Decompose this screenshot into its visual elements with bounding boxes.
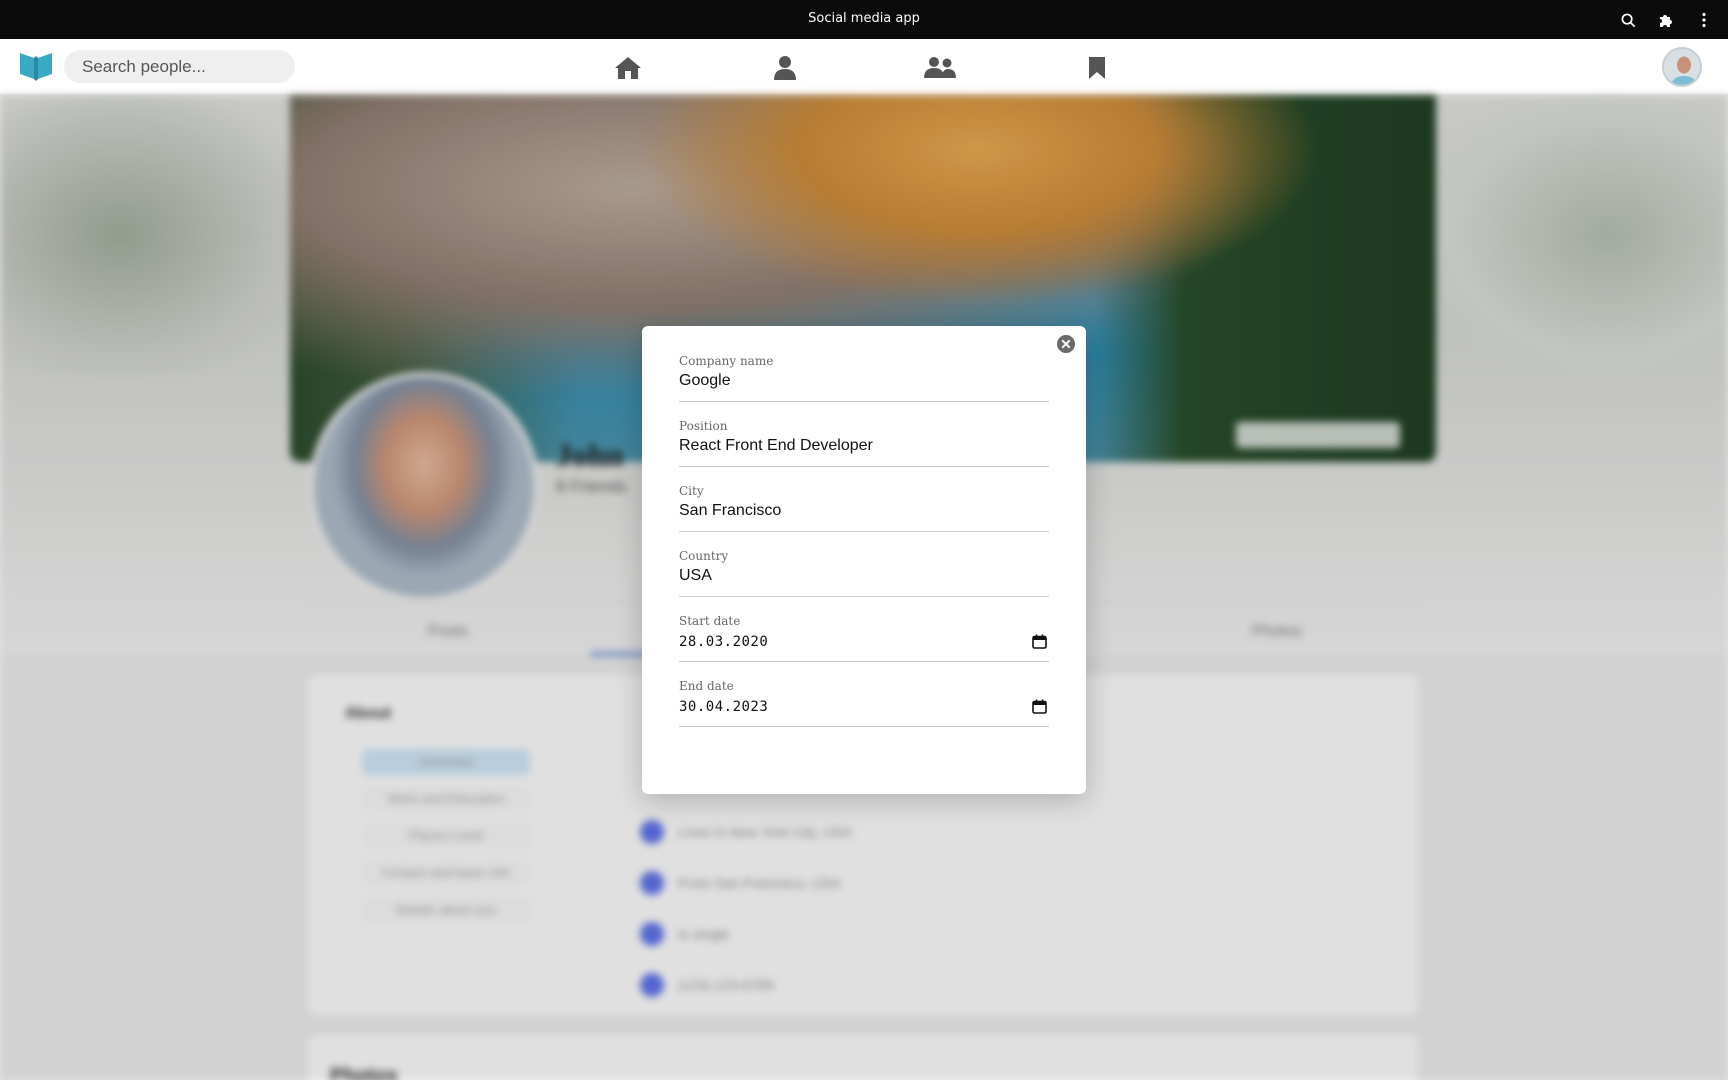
app-header [0, 39, 1728, 95]
search-icon[interactable] [1618, 10, 1638, 30]
company-name-field: Company name [679, 352, 1049, 402]
calendar-icon[interactable] [1032, 634, 1047, 649]
position-field: Position [679, 417, 1049, 467]
extension-icon[interactable] [1656, 10, 1676, 30]
country-label: Country [679, 549, 729, 563]
window-title: Social media app [808, 11, 920, 26]
edit-work-modal: Company name Position City Country Start… [642, 326, 1086, 794]
city-input[interactable] [679, 502, 1009, 520]
start-date-input[interactable] [679, 634, 1009, 650]
more-vertical-icon[interactable] [1694, 10, 1714, 30]
browser-titlebar: Social media app [0, 0, 1728, 39]
home-icon[interactable] [610, 53, 646, 83]
company-name-label: Company name [679, 354, 774, 368]
country-input[interactable] [679, 567, 1009, 585]
bookmark-icon[interactable] [1079, 53, 1115, 83]
user-avatar[interactable] [1662, 47, 1702, 87]
browser-actions [1618, 10, 1714, 30]
calendar-icon[interactable] [1032, 699, 1047, 714]
country-field: Country [679, 547, 1049, 597]
search-input[interactable] [64, 50, 295, 83]
friends-icon[interactable] [922, 53, 958, 83]
position-input[interactable] [679, 437, 1009, 455]
end-date-input[interactable] [679, 699, 1009, 715]
close-icon[interactable] [1056, 334, 1076, 354]
end-date-label: End date [679, 679, 734, 693]
start-date-label: Start date [679, 614, 741, 628]
company-name-input[interactable] [679, 372, 1009, 390]
logo-icon[interactable] [18, 49, 54, 81]
profile-icon[interactable] [767, 53, 803, 83]
city-field: City [679, 482, 1049, 532]
start-date-field: Start date [679, 612, 1049, 662]
position-label: Position [679, 419, 728, 433]
city-label: City [679, 484, 704, 498]
end-date-field: End date [679, 677, 1049, 727]
